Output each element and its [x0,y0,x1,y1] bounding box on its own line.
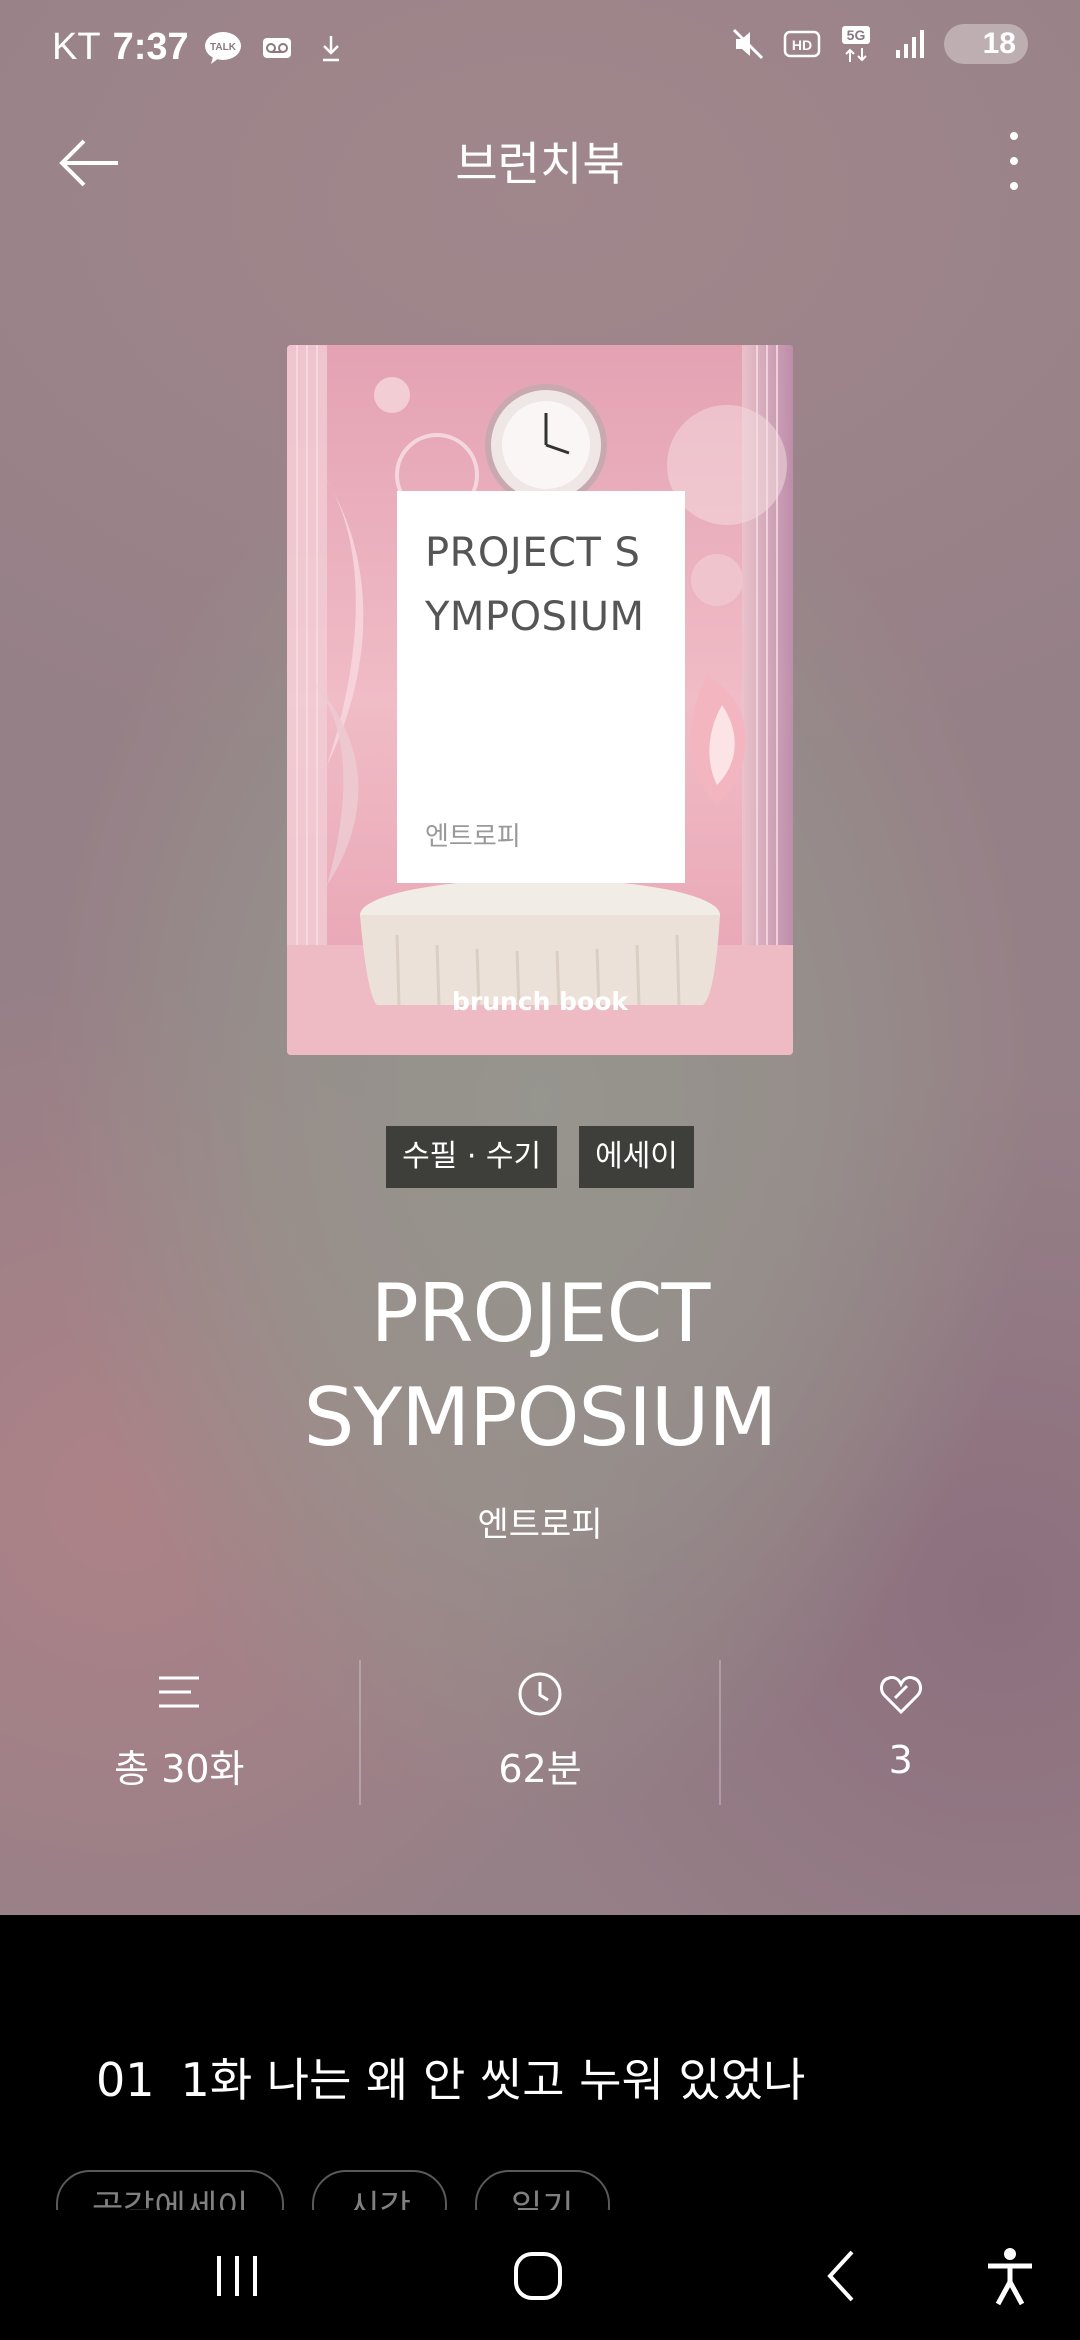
episode-item[interactable]: 01 1화 나는 왜 안 씻고 누워 있었나 [96,2044,805,2110]
cover-title-card: PROJECT SYMPOSIUM 엔트로피 [397,491,685,883]
kakaotalk-icon: TALK [203,28,243,68]
voicemail-icon [257,28,297,68]
home-icon[interactable] [506,2244,570,2308]
cover-author: 엔트로피 [425,822,521,852]
cover-title: PROJECT SYMPOSIUM [425,530,645,640]
book-cover[interactable]: PROJECT SYMPOSIUM 엔트로피 brunch book [287,345,793,1055]
back-icon[interactable] [810,2244,874,2308]
stat-episodes: 총 30화 [0,1660,359,1805]
battery-icon: 18 [944,24,1028,64]
book-title-line2: SYMPOSIUM [303,1371,778,1464]
battery-level: 18 [982,27,1016,60]
likes-count: 3 [888,1738,913,1782]
system-nav-bar [0,2210,1080,2340]
tag-essay[interactable]: 에세이 [579,1126,694,1188]
svg-text:5G: 5G [847,27,866,43]
cover-brand: brunch book [451,987,628,1016]
stat-likes[interactable]: 3 [719,1660,1080,1805]
episodes-count: 총 30화 [114,1747,245,1791]
book-author[interactable]: 엔트로피 [0,1497,1080,1546]
list-icon [159,1676,200,1708]
chip-keyword[interactable]: 공감에세이 [56,2170,285,2210]
keyword-chips: 공감에세이 시간 일기 [56,2170,610,2210]
stat-reading-time: 62분 [358,1660,720,1805]
clock-icon [518,1672,562,1716]
chip-keyword[interactable]: 일기 [474,2170,610,2210]
episode-title: 1화 나는 왜 안 씻고 누워 있었나 [180,2053,806,2107]
top-nav: 브런치북 [0,110,1080,210]
hd-icon: HD [782,24,822,64]
recent-apps-icon[interactable] [205,2244,269,2308]
svg-text:TALK: TALK [210,42,237,53]
reading-minutes: 62분 [498,1747,582,1791]
episode-number: 01 [96,2053,155,2107]
book-title: PROJECT SYMPOSIUM [0,1262,1080,1470]
more-vertical-icon[interactable] [1002,126,1026,196]
signal-icon [890,24,930,64]
status-bar: KT 7:37 TALK HD 5G 18 [0,0,1080,100]
download-icon [311,28,351,68]
page-title: 브런치북 [455,137,625,191]
status-time: 7:37 [112,26,189,68]
chip-keyword[interactable]: 시간 [312,2170,447,2210]
accessibility-icon[interactable] [978,2244,1042,2308]
book-title-line1: PROJECT [370,1267,711,1360]
svg-text:HD: HD [792,37,812,53]
book-stats: 총 30화 62분 3 [0,1660,1080,1805]
category-tags: 수필 · 수기 에세이 [0,1126,1080,1188]
heart-icon [879,1676,922,1715]
carrier: KT [52,26,101,68]
5g-icon: 5G [836,24,876,64]
mute-icon [728,24,768,64]
tag-essay-memoir[interactable]: 수필 · 수기 [386,1126,558,1188]
